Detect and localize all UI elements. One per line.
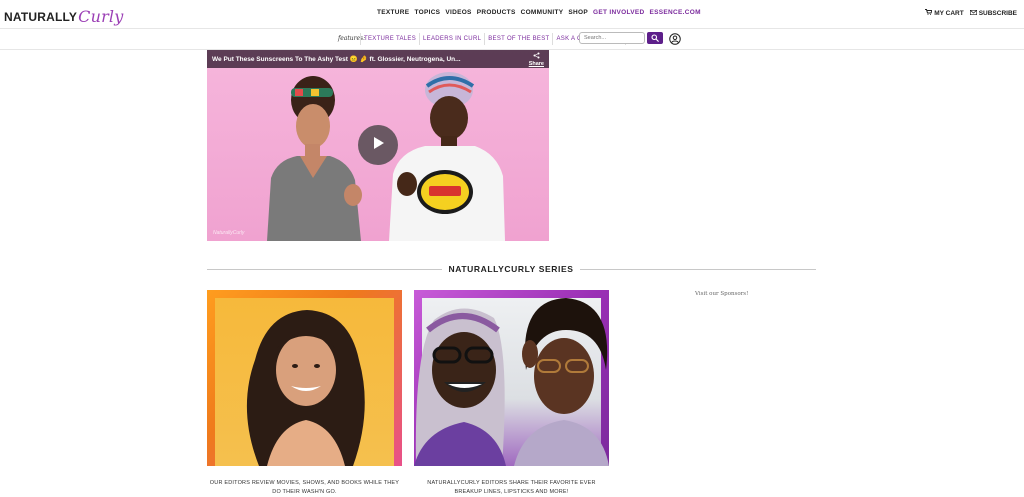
main-nav: TEXTURE TOPICS VIDEOS PRODUCTS COMMUNITY… bbox=[377, 9, 701, 16]
site-logo[interactable]: NATURALLYCurly bbox=[4, 6, 124, 26]
share-button[interactable]: Share bbox=[529, 52, 544, 67]
logo-main: NATURALLY bbox=[4, 10, 78, 24]
account-button[interactable] bbox=[669, 32, 681, 45]
logo-script: Curly bbox=[78, 7, 124, 26]
envelope-icon bbox=[969, 9, 977, 17]
user-icon bbox=[669, 32, 681, 49]
cart-icon bbox=[925, 9, 933, 17]
video-title[interactable]: We Put These Sunscreens To The Ashy Test… bbox=[212, 55, 461, 63]
search-icon bbox=[651, 29, 659, 47]
nav-videos[interactable]: VIDEOS bbox=[445, 9, 471, 16]
feature-leaders-in-curl[interactable]: LEADERS IN CURL bbox=[419, 33, 484, 45]
sponsors-label: Visit our Sponsors! bbox=[695, 291, 749, 297]
video-watermark: NaturallyCurly bbox=[213, 230, 245, 236]
nav-essence[interactable]: ESSENCE.COM bbox=[650, 9, 701, 16]
nav-shop[interactable]: SHOP bbox=[568, 9, 588, 16]
feature-texture-tales[interactable]: TEXTURE TALES bbox=[360, 33, 419, 45]
nav-texture[interactable]: TEXTURE bbox=[377, 9, 409, 16]
nav-topics[interactable]: TOPICS bbox=[414, 9, 440, 16]
video-host-left-image bbox=[267, 76, 362, 241]
header-actions: MY CART SUBSCRIBE bbox=[925, 9, 1017, 17]
subscribe-label: SUBSCRIBE bbox=[978, 9, 1017, 17]
feature-best-of-the-best[interactable]: BEST OF THE BEST bbox=[484, 33, 552, 45]
cart-link[interactable]: MY CART bbox=[925, 9, 964, 17]
nav-community[interactable]: COMMUNITY bbox=[521, 9, 564, 16]
play-icon bbox=[371, 136, 385, 155]
subscribe-link[interactable]: SUBSCRIBE bbox=[969, 9, 1017, 17]
search-button[interactable] bbox=[647, 32, 663, 44]
nav-get-involved[interactable]: GET INVOLVED bbox=[593, 9, 645, 16]
series-card-1-caption[interactable]: OUR EDITORS REVIEW MOVIES, SHOWS, AND BO… bbox=[207, 479, 402, 497]
features-bar: features: TEXTURE TALES LEADERS IN CURL … bbox=[0, 29, 1024, 50]
series-card-2-caption[interactable]: NATURALLYCURLY EDITORS SHARE THEIR FAVOR… bbox=[414, 479, 609, 497]
series-card-2[interactable] bbox=[414, 290, 609, 466]
nav-products[interactable]: PRODUCTS bbox=[477, 9, 516, 16]
series-divider-left bbox=[207, 269, 442, 270]
video-player[interactable]: We Put These Sunscreens To The Ashy Test… bbox=[207, 50, 549, 241]
series-divider-right bbox=[580, 269, 816, 270]
play-button[interactable] bbox=[358, 125, 398, 165]
share-label: Share bbox=[528, 61, 544, 67]
video-host-right-image bbox=[389, 72, 505, 241]
series-heading: NATURALLYCURLY SERIES bbox=[448, 264, 574, 274]
video-title-bar: We Put These Sunscreens To The Ashy Test… bbox=[207, 50, 549, 68]
series-card-1-image bbox=[246, 310, 365, 466]
series-card-2-image bbox=[414, 298, 609, 466]
search-input[interactable] bbox=[579, 32, 645, 44]
series-card-1[interactable] bbox=[207, 290, 402, 466]
site-header: NATURALLYCurly TEXTURE TOPICS VIDEOS PRO… bbox=[0, 0, 1024, 29]
cart-label: MY CART bbox=[934, 9, 964, 17]
